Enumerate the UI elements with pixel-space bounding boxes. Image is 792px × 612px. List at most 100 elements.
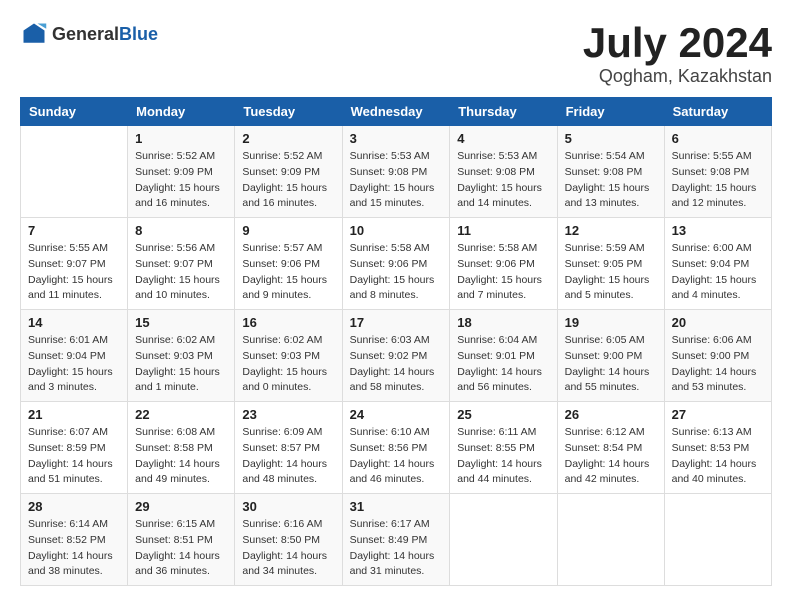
day-number: 4 xyxy=(457,131,549,146)
day-number: 21 xyxy=(28,407,120,422)
calendar-cell: 2Sunrise: 5:52 AMSunset: 9:09 PMDaylight… xyxy=(235,126,342,218)
page-header: General Blue July 2024 Qogham, Kazakhsta… xyxy=(20,20,772,87)
day-info: Sunrise: 6:02 AMSunset: 9:03 PMDaylight:… xyxy=(135,333,227,396)
header-sunday: Sunday xyxy=(21,98,128,126)
calendar-cell: 9 Sunrise: 5:57 AMSunset: 9:06 PMDaylight… xyxy=(235,218,342,310)
calendar-week-1: 1Sunrise: 5:52 AMSunset: 9:09 PMDaylight… xyxy=(21,126,772,218)
calendar-cell: 23Sunrise: 6:09 AMSunset: 8:57 PMDayligh… xyxy=(235,402,342,494)
day-info: Sunrise: 6:10 AMSunset: 8:56 PMDaylight:… xyxy=(350,425,443,488)
day-info: Sunrise: 6:14 AMSunset: 8:52 PMDaylight:… xyxy=(28,517,120,580)
day-number: 17 xyxy=(350,315,443,330)
day-info: Sunrise: 5:54 AMSunset: 9:08 PMDaylight:… xyxy=(565,149,657,212)
day-info: Sunrise: 6:12 AMSunset: 8:54 PMDaylight:… xyxy=(565,425,657,488)
day-info: Sunrise: 5:58 AMSunset: 9:06 PMDaylight:… xyxy=(457,241,549,304)
header-wednesday: Wednesday xyxy=(342,98,450,126)
day-info: Sunrise: 6:00 AMSunset: 9:04 PMDaylight:… xyxy=(672,241,764,304)
day-number: 20 xyxy=(672,315,764,330)
calendar-header-row: SundayMondayTuesdayWednesdayThursdayFrid… xyxy=(21,98,772,126)
day-info: Sunrise: 5:55 AMSunset: 9:07 PMDaylight:… xyxy=(28,241,120,304)
calendar-cell: 30Sunrise: 6:16 AMSunset: 8:50 PMDayligh… xyxy=(235,494,342,586)
day-info: Sunrise: 6:17 AMSunset: 8:49 PMDaylight:… xyxy=(350,517,443,580)
day-number: 7 xyxy=(28,223,120,238)
day-info: Sunrise: 5:59 AMSunset: 9:05 PMDaylight:… xyxy=(565,241,657,304)
calendar-cell: 16 Sunrise: 6:02 AMSunset: 9:03 PMDayligh… xyxy=(235,310,342,402)
day-number: 8 xyxy=(135,223,227,238)
calendar-table: SundayMondayTuesdayWednesdayThursdayFrid… xyxy=(20,97,772,586)
calendar-cell: 13 Sunrise: 6:00 AMSunset: 9:04 PMDayligh… xyxy=(664,218,771,310)
calendar-cell: 15 Sunrise: 6:02 AMSunset: 9:03 PMDayligh… xyxy=(128,310,235,402)
day-info: Sunrise: 5:53 AMSunset: 9:08 PMDaylight:… xyxy=(457,149,549,212)
calendar-cell: 26 Sunrise: 6:12 AMSunset: 8:54 PMDayligh… xyxy=(557,402,664,494)
calendar-cell: 20 Sunrise: 6:06 AMSunset: 9:00 PMDayligh… xyxy=(664,310,771,402)
calendar-cell: 14 Sunrise: 6:01 AMSunset: 9:04 PMDayligh… xyxy=(21,310,128,402)
day-number: 14 xyxy=(28,315,120,330)
header-monday: Monday xyxy=(128,98,235,126)
title-block: July 2024 Qogham, Kazakhstan xyxy=(583,20,772,87)
day-info: Sunrise: 6:01 AMSunset: 9:04 PMDaylight:… xyxy=(28,333,120,396)
calendar-cell: 19 Sunrise: 6:05 AMSunset: 9:00 PMDayligh… xyxy=(557,310,664,402)
calendar-week-2: 7 Sunrise: 5:55 AMSunset: 9:07 PMDaylight… xyxy=(21,218,772,310)
day-number: 15 xyxy=(135,315,227,330)
day-number: 24 xyxy=(350,407,443,422)
day-number: 5 xyxy=(565,131,657,146)
calendar-cell: 17 Sunrise: 6:03 AMSunset: 9:02 PMDayligh… xyxy=(342,310,450,402)
day-info: Sunrise: 5:53 AMSunset: 9:08 PMDaylight:… xyxy=(350,149,443,212)
day-info: Sunrise: 6:06 AMSunset: 9:00 PMDaylight:… xyxy=(672,333,764,396)
calendar-cell: 12 Sunrise: 5:59 AMSunset: 9:05 PMDayligh… xyxy=(557,218,664,310)
page-subtitle: Qogham, Kazakhstan xyxy=(583,66,772,87)
logo-icon xyxy=(20,20,48,48)
day-info: Sunrise: 6:05 AMSunset: 9:00 PMDaylight:… xyxy=(565,333,657,396)
day-info: Sunrise: 5:56 AMSunset: 9:07 PMDaylight:… xyxy=(135,241,227,304)
day-number: 28 xyxy=(28,499,120,514)
day-info: Sunrise: 6:04 AMSunset: 9:01 PMDaylight:… xyxy=(457,333,549,396)
day-info: Sunrise: 6:03 AMSunset: 9:02 PMDaylight:… xyxy=(350,333,443,396)
day-number: 25 xyxy=(457,407,549,422)
calendar-cell xyxy=(557,494,664,586)
day-number: 29 xyxy=(135,499,227,514)
day-info: Sunrise: 5:58 AMSunset: 9:06 PMDaylight:… xyxy=(350,241,443,304)
calendar-cell: 3 Sunrise: 5:53 AMSunset: 9:08 PMDaylight… xyxy=(342,126,450,218)
day-info: Sunrise: 6:15 AMSunset: 8:51 PMDaylight:… xyxy=(135,517,227,580)
logo-blue-text: Blue xyxy=(119,24,158,45)
calendar-cell: 5 Sunrise: 5:54 AMSunset: 9:08 PMDaylight… xyxy=(557,126,664,218)
day-number: 10 xyxy=(350,223,443,238)
calendar-cell xyxy=(664,494,771,586)
logo-general-text: General xyxy=(52,24,119,45)
day-number: 27 xyxy=(672,407,764,422)
day-info: Sunrise: 6:08 AMSunset: 8:58 PMDaylight:… xyxy=(135,425,227,488)
calendar-cell: 7 Sunrise: 5:55 AMSunset: 9:07 PMDaylight… xyxy=(21,218,128,310)
day-number: 9 xyxy=(242,223,334,238)
day-number: 19 xyxy=(565,315,657,330)
day-number: 13 xyxy=(672,223,764,238)
day-number: 26 xyxy=(565,407,657,422)
calendar-cell xyxy=(21,126,128,218)
calendar-cell: 28 Sunrise: 6:14 AMSunset: 8:52 PMDayligh… xyxy=(21,494,128,586)
calendar-cell: 18 Sunrise: 6:04 AMSunset: 9:01 PMDayligh… xyxy=(450,310,557,402)
calendar-cell: 4 Sunrise: 5:53 AMSunset: 9:08 PMDaylight… xyxy=(450,126,557,218)
day-number: 6 xyxy=(672,131,764,146)
day-number: 3 xyxy=(350,131,443,146)
logo: General Blue xyxy=(20,20,158,48)
day-number: 2 xyxy=(242,131,334,146)
calendar-cell: 11 Sunrise: 5:58 AMSunset: 9:06 PMDayligh… xyxy=(450,218,557,310)
day-number: 18 xyxy=(457,315,549,330)
day-number: 11 xyxy=(457,223,549,238)
day-number: 1 xyxy=(135,131,227,146)
day-number: 16 xyxy=(242,315,334,330)
page-title: July 2024 xyxy=(583,20,772,66)
header-thursday: Thursday xyxy=(450,98,557,126)
day-number: 12 xyxy=(565,223,657,238)
day-info: Sunrise: 6:13 AMSunset: 8:53 PMDaylight:… xyxy=(672,425,764,488)
day-info: Sunrise: 6:02 AMSunset: 9:03 PMDaylight:… xyxy=(242,333,334,396)
header-tuesday: Tuesday xyxy=(235,98,342,126)
calendar-week-3: 14 Sunrise: 6:01 AMSunset: 9:04 PMDayligh… xyxy=(21,310,772,402)
calendar-cell: 10 Sunrise: 5:58 AMSunset: 9:06 PMDayligh… xyxy=(342,218,450,310)
calendar-cell: 29 Sunrise: 6:15 AMSunset: 8:51 PMDayligh… xyxy=(128,494,235,586)
day-number: 22 xyxy=(135,407,227,422)
day-info: Sunrise: 5:57 AMSunset: 9:06 PMDaylight:… xyxy=(242,241,334,304)
day-number: 31 xyxy=(350,499,443,514)
calendar-cell: 1Sunrise: 5:52 AMSunset: 9:09 PMDaylight… xyxy=(128,126,235,218)
header-friday: Friday xyxy=(557,98,664,126)
calendar-cell: 8 Sunrise: 5:56 AMSunset: 9:07 PMDaylight… xyxy=(128,218,235,310)
calendar-cell: 25Sunrise: 6:11 AMSunset: 8:55 PMDayligh… xyxy=(450,402,557,494)
